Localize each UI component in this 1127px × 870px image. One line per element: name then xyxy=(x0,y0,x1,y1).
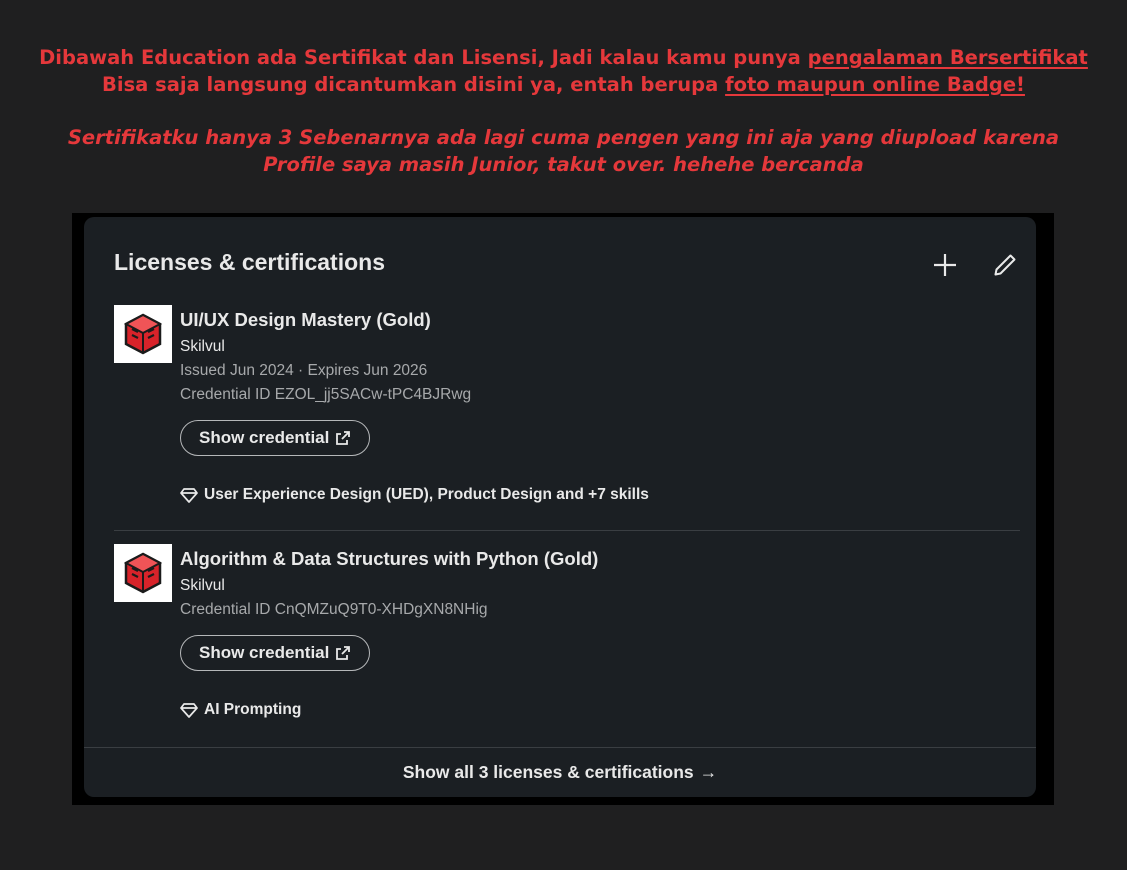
screenshot-frame: Licenses & certifications UI/UX Design M… xyxy=(72,213,1054,805)
certification-info: Algorithm & Data Structures with Python … xyxy=(180,544,1000,719)
arrow-right-icon: → xyxy=(699,762,718,782)
section-title: Licenses & certifications xyxy=(114,249,385,275)
add-certification-button[interactable] xyxy=(927,247,963,283)
edit-certifications-button[interactable] xyxy=(987,247,1023,283)
entry-divider xyxy=(114,530,1020,531)
diamond-icon xyxy=(180,703,198,718)
skills-text: User Experience Design (UED), Product De… xyxy=(204,486,649,503)
annotation-italic-line-2: Profile saya masih Junior, takut over. h… xyxy=(263,153,864,176)
certification-skills[interactable]: User Experience Design (UED), Product De… xyxy=(180,486,1000,504)
certification-title[interactable]: Algorithm & Data Structures with Python … xyxy=(180,544,1000,574)
show-credential-button[interactable]: Show credential xyxy=(180,420,371,456)
annotation-line-1-text: Dibawah Education ada Sertifikat dan Lis… xyxy=(39,46,808,69)
certification-dates: Issued Jun 2024 · Expires Jun 2026 xyxy=(180,362,428,379)
plus-icon xyxy=(934,254,956,276)
certification-title[interactable]: UI/UX Design Mastery (Gold) xyxy=(180,305,1000,335)
external-link-icon xyxy=(336,646,351,660)
annotation-line-2-text: Bisa saja langsung dicantumkan disini ya… xyxy=(102,73,726,96)
annotation-line-1: Dibawah Education ada Sertifikat dan Lis… xyxy=(0,44,1127,71)
skilvul-logo-icon xyxy=(123,313,163,355)
annotation-link-1[interactable]: pengalaman Bersertifikat xyxy=(808,46,1088,69)
skills-text: AI Prompting xyxy=(204,701,302,718)
annotation-link-2[interactable]: foto maupun online Badge! xyxy=(725,73,1025,96)
credential-id: Credential ID EZOL_jj5SACw-tPC4BJRwg xyxy=(180,386,472,403)
certification-issuer: Skilvul xyxy=(180,577,225,594)
show-all-label: Show all 3 licenses & certifications xyxy=(402,762,694,782)
credential-id: Credential ID CnQMZuQ9T0-XHDgXN8NHig xyxy=(180,601,488,618)
diamond-icon xyxy=(180,488,198,503)
show-all-certifications-link[interactable]: Show all 3 licenses & certifications → xyxy=(84,747,1036,797)
certification-skills[interactable]: AI Prompting xyxy=(180,701,1000,719)
show-credential-label: Show credential xyxy=(199,643,330,662)
annotation-italic-line-1: Sertifikatku hanya 3 Sebenarnya ada lagi… xyxy=(67,126,1060,149)
pencil-icon xyxy=(994,254,1016,276)
show-credential-button[interactable]: Show credential xyxy=(180,635,371,671)
certification-issuer: Skilvul xyxy=(180,338,225,355)
external-link-icon xyxy=(336,431,351,445)
licenses-card: Licenses & certifications UI/UX Design M… xyxy=(84,217,1036,797)
skilvul-logo-icon xyxy=(123,552,163,594)
show-credential-label: Show credential xyxy=(199,428,330,447)
certification-info: UI/UX Design Mastery (Gold) Skilvul Issu… xyxy=(180,305,1000,504)
annotation-italic-note: Sertifikatku hanya 3 Sebenarnya ada lagi… xyxy=(0,124,1127,178)
skilvul-logo[interactable] xyxy=(114,544,172,602)
skilvul-logo[interactable] xyxy=(114,305,172,363)
annotation-line-2: Bisa saja langsung dicantumkan disini ya… xyxy=(0,71,1127,98)
annotation-note: Dibawah Education ada Sertifikat dan Lis… xyxy=(0,44,1127,98)
